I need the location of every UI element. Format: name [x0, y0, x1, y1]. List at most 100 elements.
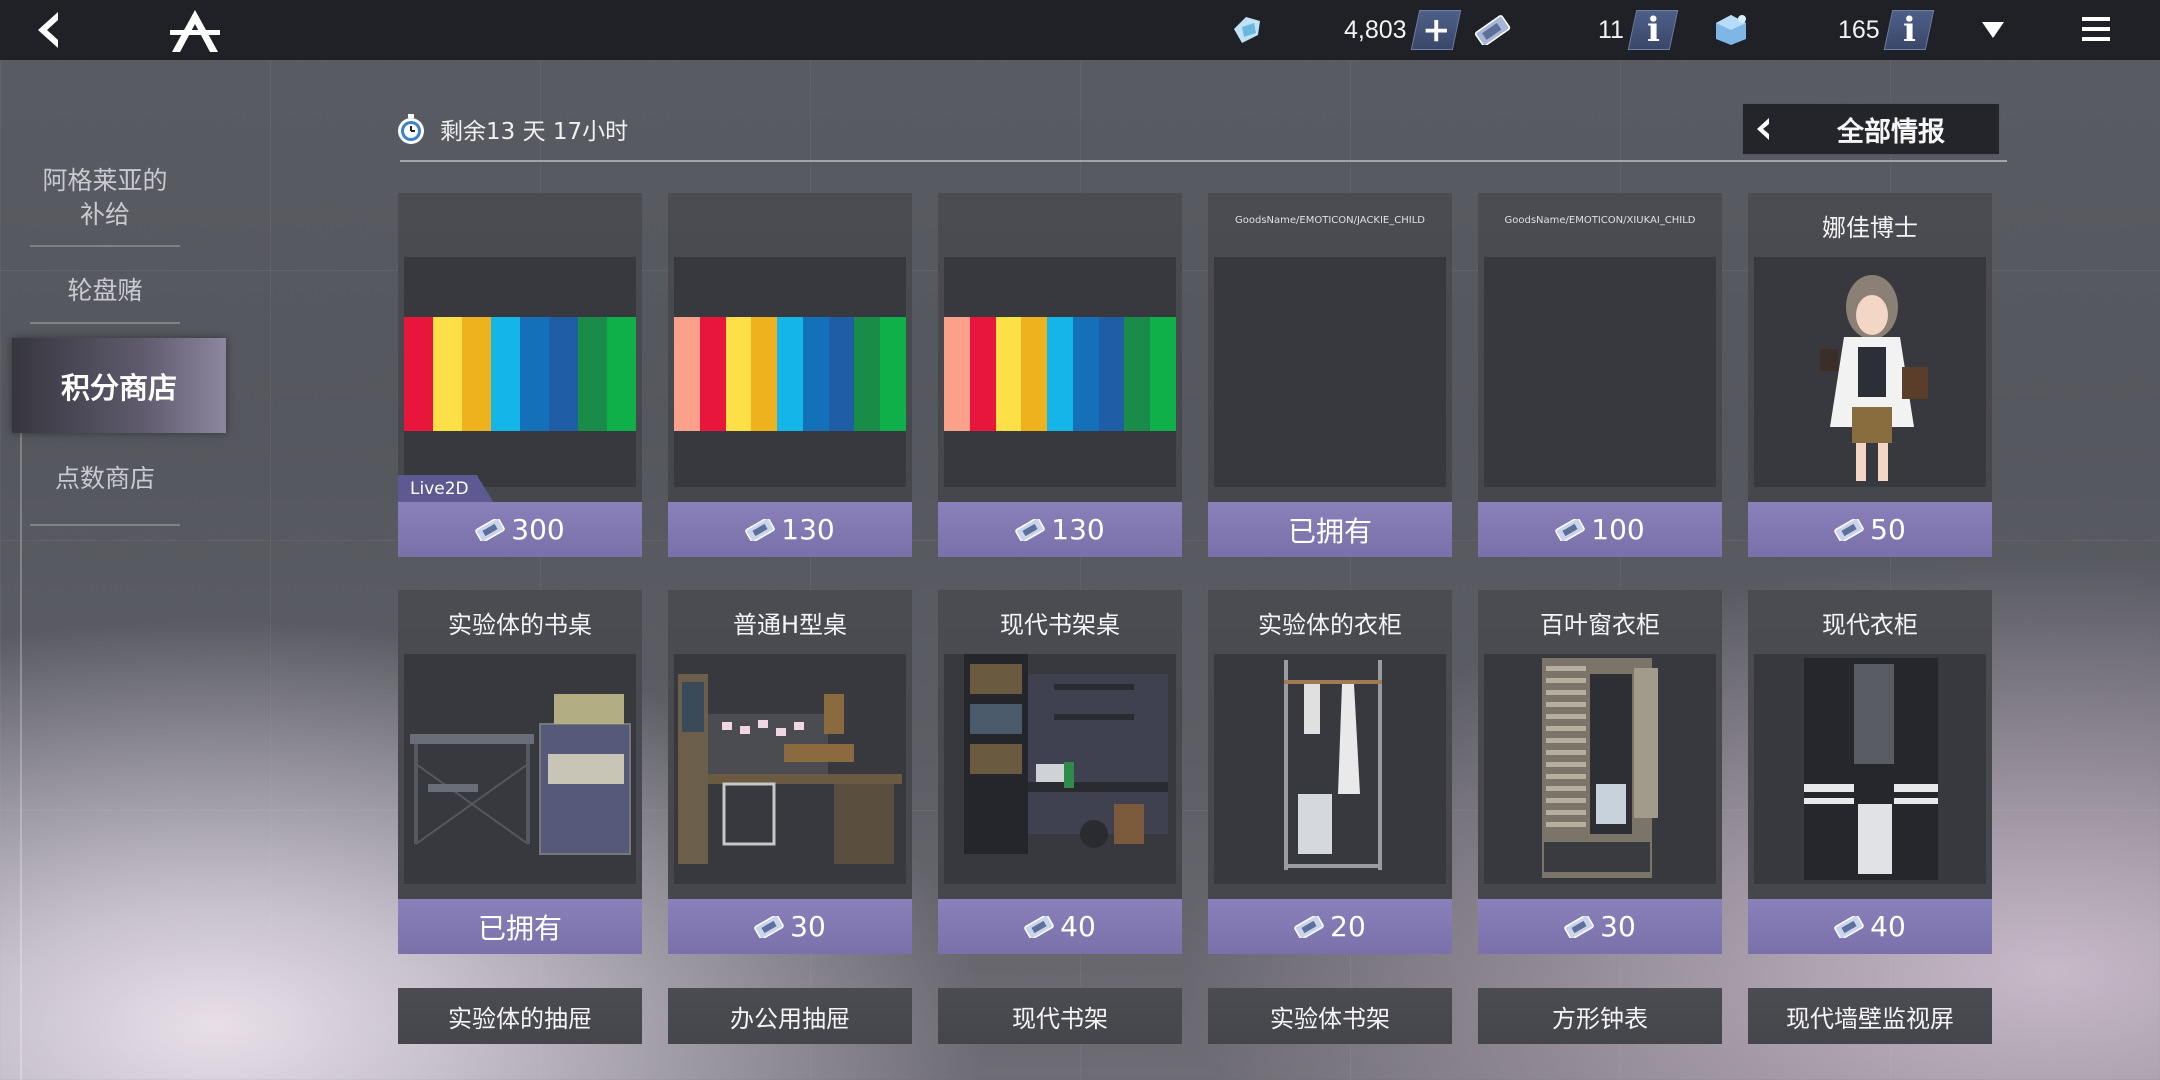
color-bar: [1072, 317, 1099, 431]
price-bar[interactable]: 30: [668, 899, 912, 954]
color-bar: [802, 317, 829, 431]
crystal-count: 4,803: [1344, 15, 1407, 44]
chevron-down-icon: [1982, 22, 2004, 38]
price-bar[interactable]: 30: [1478, 899, 1722, 954]
price-bar[interactable]: 20: [1208, 899, 1452, 954]
desk-icon: [410, 694, 631, 855]
nav-rail-line: [20, 422, 22, 1080]
nav-divider: [30, 245, 180, 247]
color-bar: [404, 317, 433, 431]
color-bar: [880, 317, 906, 431]
wardrobe-rack-icon: [1284, 660, 1382, 870]
h-desk-icon: [678, 674, 902, 864]
price-bar[interactable]: 40: [1748, 899, 1992, 954]
product-card[interactable]: 百叶窗衣柜 30: [1478, 590, 1722, 954]
product-card[interactable]: 方形钟表: [1478, 988, 1722, 1044]
crystal-icon: [1234, 17, 1260, 43]
character-portrait-icon: [1820, 275, 1928, 481]
price-bar[interactable]: 已拥有: [398, 899, 642, 954]
price-value: 100: [1591, 513, 1645, 546]
ticket-icon: [1474, 15, 1511, 45]
nav-item-points-shop[interactable]: 积分商店: [12, 338, 226, 433]
crystal-resource: 4,803 +: [1228, 8, 1461, 52]
color-bars-placeholder: [674, 317, 906, 431]
color-bar: [462, 317, 491, 431]
product-card[interactable]: 现代墙壁监视屏: [1748, 988, 1992, 1044]
price-value: 50: [1870, 513, 1906, 546]
color-bar: [520, 317, 549, 431]
price-value: 30: [790, 910, 826, 943]
product-card[interactable]: GoodsName/EMOTICON/JACKIE_CHILD 已拥有: [1208, 193, 1452, 557]
color-bar: [1021, 317, 1048, 431]
price-bar[interactable]: 100: [1478, 502, 1722, 557]
product-card[interactable]: 办公用抽屉: [668, 988, 912, 1044]
ticket-info-button[interactable]: i: [1627, 10, 1679, 50]
product-card[interactable]: 现代衣柜 40: [1748, 590, 1992, 954]
back-button[interactable]: [30, 10, 70, 50]
product-title: 实验体的书桌: [448, 610, 592, 639]
price-bar[interactable]: 40: [938, 899, 1182, 954]
product-image: [1754, 654, 1986, 884]
color-bar: [1047, 317, 1073, 431]
home-button[interactable]: [168, 8, 222, 54]
cube-info-button[interactable]: i: [1883, 10, 1934, 50]
price-bar[interactable]: 300: [398, 502, 642, 557]
product-card[interactable]: 实验体的抽屉: [398, 988, 642, 1044]
product-image: [404, 654, 636, 884]
product-image: [1754, 257, 1986, 487]
product-image: [674, 257, 906, 487]
price-value: 130: [781, 513, 835, 546]
color-bars-placeholder: [404, 317, 636, 431]
price-value: 300: [511, 513, 565, 546]
product-card[interactable]: 130: [668, 193, 912, 557]
product-card[interactable]: GoodsName/EMOTICON/XIUKAI_CHILD 100: [1478, 193, 1722, 557]
product-card[interactable]: 现代书架: [938, 988, 1182, 1044]
product-title: GoodsName/EMOTICON/JACKIE_CHILD: [1235, 215, 1425, 226]
owned-label: 已拥有: [1287, 514, 1372, 548]
price-bar[interactable]: 已拥有: [1208, 502, 1452, 557]
product-card[interactable]: 实验体书架: [1208, 988, 1452, 1044]
nav-item-roulette[interactable]: 轮盘赌: [30, 274, 180, 308]
product-card[interactable]: 现代书架桌 40: [938, 590, 1182, 954]
stopwatch-icon: [398, 114, 424, 144]
remaining-timer: 剩余13 天 17小时: [394, 112, 628, 146]
top-bar: 4,803 + 11 i 165 i: [0, 0, 2160, 60]
price-value: 130: [1051, 513, 1105, 546]
menu-button[interactable]: [2080, 14, 2112, 44]
ticket-icon: [1294, 915, 1324, 938]
color-bar: [578, 317, 607, 431]
product-title: 现代书架: [1012, 1004, 1108, 1033]
dropdown-button[interactable]: [1976, 14, 2010, 46]
ticket-resource: 11 i: [1472, 8, 1679, 52]
price-value: 40: [1870, 910, 1906, 943]
nav-item-aglaia-supply[interactable]: 阿格莱亚的 补给: [30, 164, 180, 232]
product-title: 办公用抽屉: [730, 1004, 850, 1033]
product-card[interactable]: 实验体的衣柜 20: [1208, 590, 1452, 954]
home-logo-icon: [170, 10, 220, 52]
product-card[interactable]: 普通H型桌 30: [668, 590, 912, 954]
product-card[interactable]: 130: [938, 193, 1182, 557]
product-title: 方形钟表: [1552, 1004, 1648, 1033]
all-info-button[interactable]: 全部情报: [1742, 103, 2000, 155]
price-bar[interactable]: 130: [668, 502, 912, 557]
add-crystal-button[interactable]: +: [1410, 10, 1461, 50]
product-title: 实验体书架: [1270, 1004, 1390, 1033]
hamburger-menu-icon: [2082, 17, 2110, 41]
color-bar: [674, 317, 700, 431]
color-bar: [854, 317, 881, 431]
all-info-label: 全部情报: [1837, 116, 1945, 148]
price-bar[interactable]: 50: [1748, 502, 1992, 557]
product-card[interactable]: 实验体的书桌 已拥有: [398, 590, 642, 954]
price-bar[interactable]: 130: [938, 502, 1182, 557]
product-title: 现代墙壁监视屏: [1786, 1004, 1954, 1033]
ticket-icon: [1555, 518, 1586, 541]
product-title: 娜佳博士: [1822, 213, 1918, 242]
product-title: 现代书架桌: [1000, 610, 1120, 639]
product-image: [1214, 654, 1446, 884]
product-card[interactable]: Live2D 300: [398, 193, 642, 557]
nav-item-score-shop[interactable]: 点数商店: [30, 462, 180, 496]
color-bar: [725, 317, 752, 431]
product-card[interactable]: 娜佳博士 50: [1748, 193, 1992, 557]
ticket-icon: [1024, 915, 1054, 938]
color-bar: [433, 317, 462, 431]
